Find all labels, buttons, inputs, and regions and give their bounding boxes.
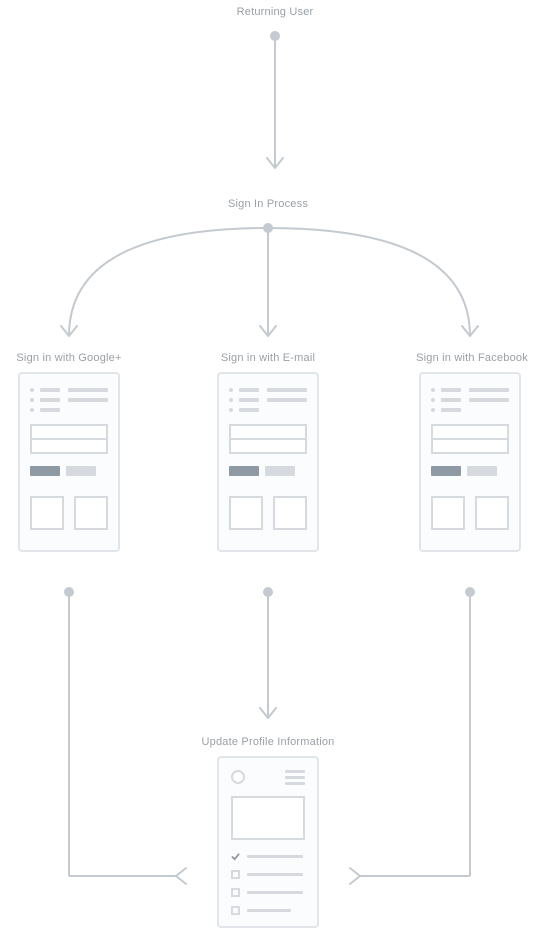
avatar-icon xyxy=(231,770,245,784)
label-sign-in-facebook: Sign in with Facebook xyxy=(416,352,528,364)
image-placeholder xyxy=(231,796,305,840)
wireframe-sign-in-google xyxy=(18,372,120,552)
wireframe-update-profile xyxy=(217,756,319,928)
label-sign-in-email: Sign in with E-mail xyxy=(221,352,315,364)
checkbox-icon xyxy=(231,906,240,915)
checkbox-icon xyxy=(231,870,240,879)
checkbox-icon xyxy=(231,888,240,897)
wireframe-sign-in-facebook xyxy=(419,372,521,552)
label-returning-user: Returning User xyxy=(237,6,314,18)
hamburger-icon xyxy=(285,770,305,773)
checkmark-icon xyxy=(231,852,240,861)
label-sign-in-process: Sign In Process xyxy=(228,198,308,210)
label-update-profile: Update Profile Information xyxy=(202,736,335,748)
label-sign-in-google: Sign in with Google+ xyxy=(16,352,121,364)
wireframe-sign-in-email xyxy=(217,372,319,552)
